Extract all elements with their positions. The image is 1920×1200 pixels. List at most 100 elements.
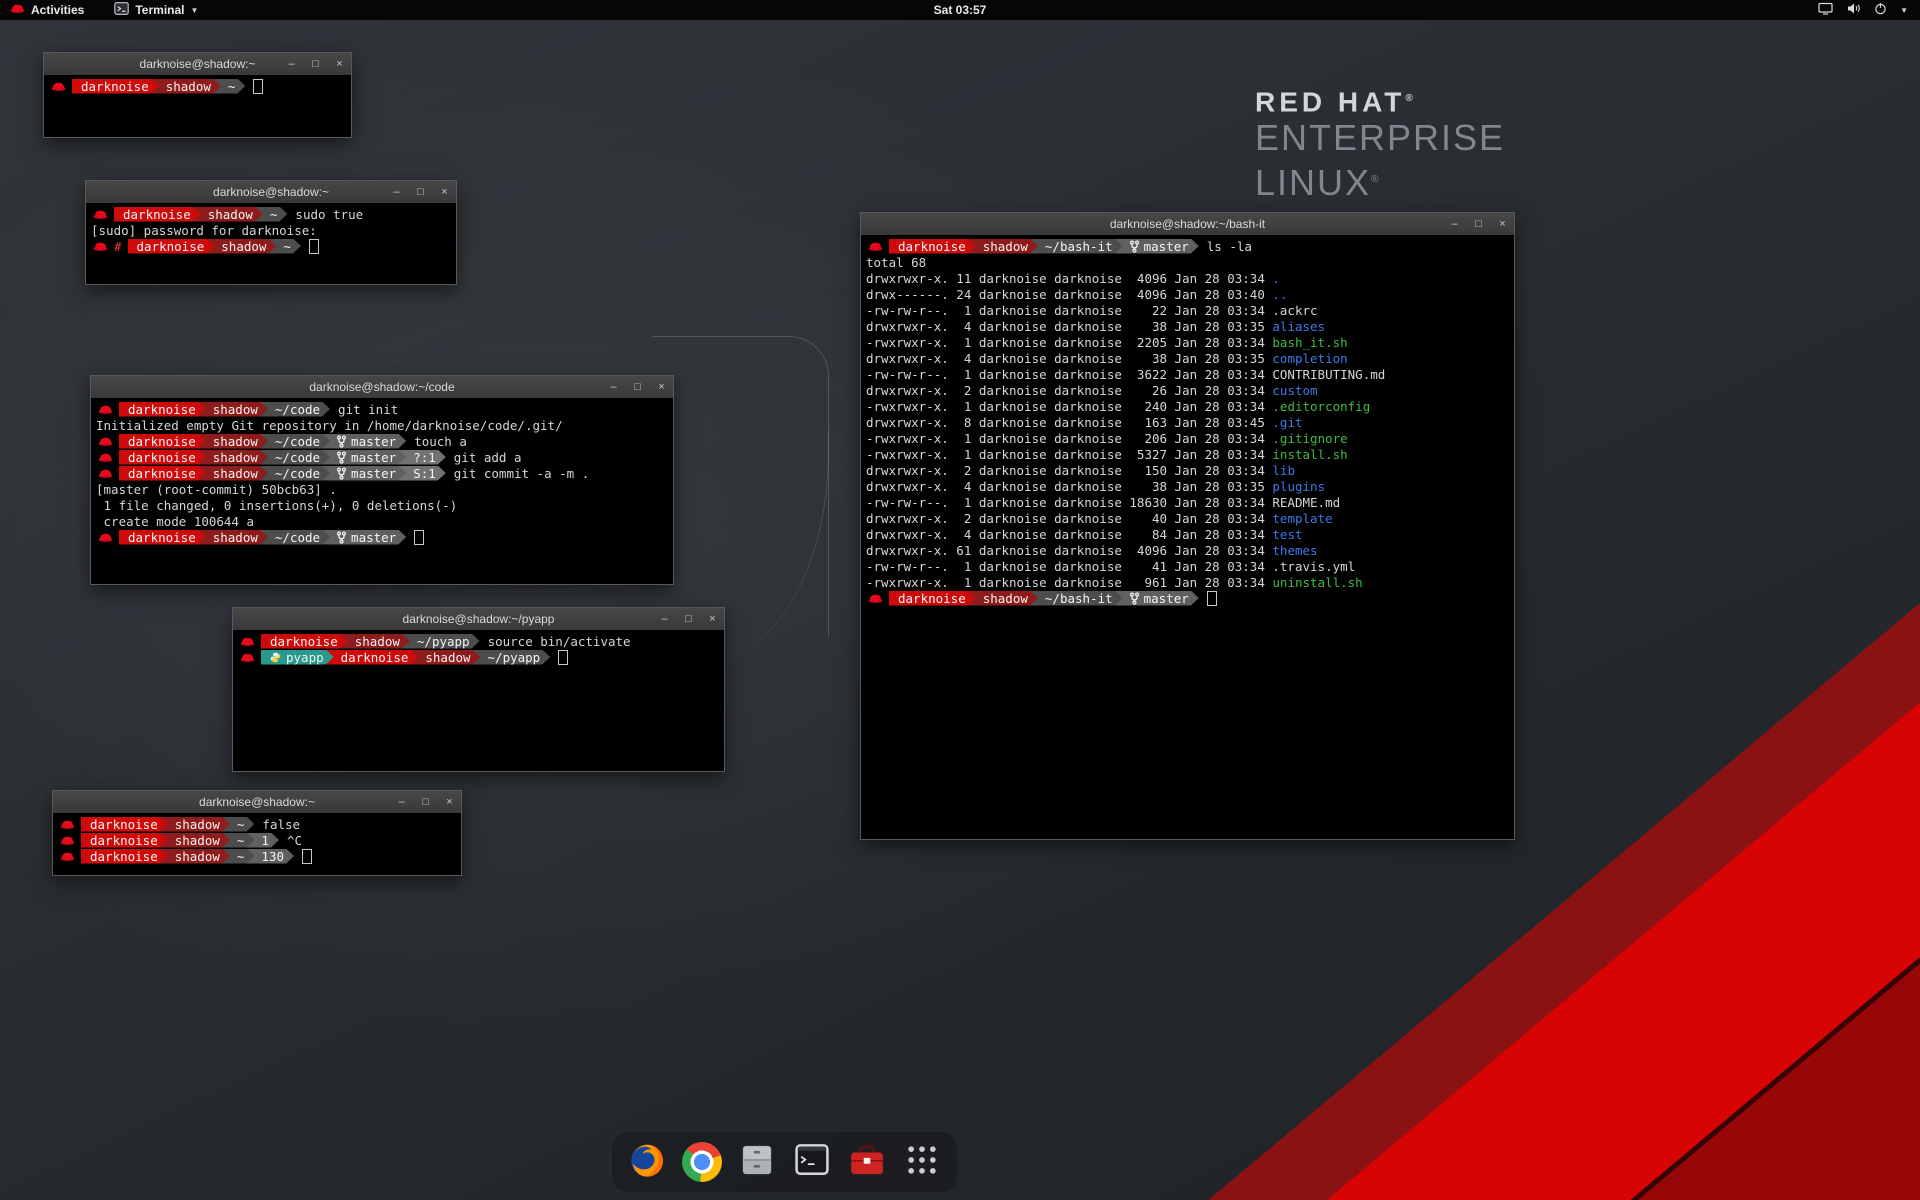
terminal-line: drwxrwxr-x. 2 darknoise darknoise 150 Ja… — [866, 462, 1509, 478]
terminal-content[interactable]: darknoiseshadow~/pyappsource bin/activat… — [233, 630, 724, 771]
terminal-line: drwxrwxr-x. 2 darknoise darknoise 26 Jan… — [866, 382, 1509, 398]
app-menu-terminal[interactable]: Terminal ▼ — [104, 0, 208, 20]
wallpaper-stripe-corner — [1117, 818, 1920, 1200]
maximize-button[interactable]: □ — [309, 58, 322, 71]
terminal-text: bash_it.sh — [1272, 335, 1347, 350]
minimize-button[interactable]: – — [658, 613, 671, 626]
maximize-button[interactable]: □ — [1472, 218, 1485, 231]
terminal-text: sudo true — [295, 207, 363, 222]
titlebar[interactable]: darknoise@shadow:~ – □ × — [53, 791, 461, 814]
prompt-segment-host: shadow — [160, 817, 230, 832]
minimize-button[interactable]: – — [390, 186, 403, 199]
terminal-line: 1 file changed, 0 insertions(+), 0 delet… — [96, 497, 668, 513]
segment-label: shadow — [355, 634, 400, 649]
segment-label: shadow — [175, 833, 220, 848]
close-button[interactable]: × — [706, 613, 719, 626]
prompt-segment-host: shadow — [151, 79, 221, 94]
maximize-button[interactable]: □ — [414, 186, 427, 199]
segment-label: ~/code — [275, 450, 320, 465]
terminal-line: -rwxrwxr-x. 1 darknoise darknoise 206 Ja… — [866, 430, 1509, 446]
close-button[interactable]: × — [1496, 218, 1509, 231]
dock-item-firefox[interactable] — [626, 1141, 668, 1183]
segment-label: 130 — [261, 849, 284, 864]
maximize-button[interactable]: □ — [682, 613, 695, 626]
prompt-segment-host: shadow — [160, 849, 230, 864]
terminal-content[interactable]: darknoiseshadow~/bash-itmasterls -latota… — [861, 235, 1514, 839]
terminal-text: git init — [338, 402, 398, 417]
segment-label: ~ — [283, 239, 291, 254]
terminal-line: darknoiseshadow~/codemastertouch a — [96, 433, 668, 449]
terminal-content[interactable]: darknoiseshadow~/codegit initInitialized… — [91, 398, 673, 584]
prompt-segment-user: darknoise — [119, 466, 206, 481]
redhat-icon — [868, 240, 883, 253]
prompt-segment-user: darknoise — [81, 849, 168, 864]
terminal-text: [sudo] password for darknoise: — [91, 223, 317, 238]
prompt-segment-user: darknoise — [119, 402, 206, 417]
titlebar[interactable]: darknoise@shadow:~ – □ × — [44, 53, 351, 76]
terminal-icon — [114, 2, 129, 18]
minimize-button[interactable]: – — [395, 796, 408, 809]
terminal-line: pyappdarknoiseshadow~/pyapp — [238, 649, 719, 665]
clock[interactable]: Sat 03:57 — [934, 3, 987, 17]
segment-label: 1 — [261, 833, 269, 848]
terminal-text: -rwxrwxr-x. 1 darknoise darknoise 206 Ja… — [866, 431, 1272, 446]
titlebar[interactable]: darknoise@shadow:~/bash-it – □ × — [861, 213, 1514, 236]
minimize-button[interactable]: – — [1448, 218, 1461, 231]
window-title: darknoise@shadow:~/bash-it — [861, 213, 1514, 235]
titlebar[interactable]: darknoise@shadow:~/pyapp – □ × — [233, 608, 724, 631]
maximize-button[interactable]: □ — [631, 381, 644, 394]
dock-item-show-applications[interactable] — [901, 1141, 943, 1183]
terminal-content[interactable]: darknoise shadow ~ sudo true[sudo] password… — [86, 203, 456, 284]
prompt-segment-path: ~/code — [260, 466, 330, 481]
brand-redhat: RED HAT® — [1255, 84, 1505, 117]
terminal-window-pyapp: darknoise@shadow:~/pyapp – □ × darknoise… — [232, 607, 725, 772]
dock-item-files[interactable] — [736, 1141, 778, 1183]
segment-label: shadow — [208, 207, 253, 222]
segment-label: shadow — [213, 530, 258, 545]
redhat-icon — [98, 403, 113, 416]
terminal-text: -rw-rw-r--. 1 darknoise darknoise 22 Jan… — [866, 303, 1318, 318]
titlebar[interactable]: darknoise@shadow:~ – □ × — [86, 181, 456, 204]
prompt-segment-git: master — [322, 466, 406, 481]
top-panel: Activities Terminal ▼ Sat 03:57 ▼ — [0, 0, 1920, 20]
segment-label: S:1 — [413, 466, 436, 481]
prompt-segment-path: ~/bash-it — [1030, 591, 1123, 606]
dock-item-terminal[interactable] — [791, 1141, 833, 1183]
segment-label: darknoise — [90, 849, 158, 864]
system-status-area[interactable]: ▼ — [1818, 0, 1920, 20]
terminal-line: -rwxrwxr-x. 1 darknoise darknoise 240 Ja… — [866, 398, 1509, 414]
terminal-line: -rw-rw-r--. 1 darknoise darknoise 18630 … — [866, 494, 1509, 510]
terminal-cursor — [414, 530, 424, 545]
terminal-text: plugins — [1272, 479, 1325, 494]
terminal-window-sudo: darknoise@shadow:~ – □ × darknoise shadow… — [85, 180, 457, 285]
close-button[interactable]: × — [333, 58, 346, 71]
segment-label: ~ — [270, 207, 278, 222]
close-button[interactable]: × — [443, 796, 456, 809]
terminal-content[interactable]: darknoiseshadow~ — [44, 75, 351, 137]
segment-label: ~ — [237, 817, 245, 832]
terminal-text: .. — [1272, 287, 1287, 302]
activities-button[interactable]: Activities — [0, 0, 94, 20]
segment-label: shadow — [983, 591, 1028, 606]
minimize-button[interactable]: – — [285, 58, 298, 71]
minimize-button[interactable]: – — [607, 381, 620, 394]
maximize-button[interactable]: □ — [419, 796, 432, 809]
terminal-text: drwxrwxr-x. 2 darknoise darknoise 150 Ja… — [866, 463, 1272, 478]
close-button[interactable]: × — [438, 186, 451, 199]
redhat-icon — [51, 80, 66, 93]
redhat-icon — [60, 834, 75, 847]
dock-item-chrome[interactable] — [681, 1141, 723, 1183]
segment-label: master — [351, 434, 396, 449]
dock-item-toolbox[interactable] — [846, 1141, 888, 1183]
redhat-icon — [868, 592, 883, 605]
titlebar[interactable]: darknoise@shadow:~/code – □ × — [91, 376, 673, 399]
prompt-segment-user: darknoise — [326, 650, 419, 665]
close-button[interactable]: × — [655, 381, 668, 394]
segment-label: shadow — [175, 817, 220, 832]
terminal-text: lib — [1272, 463, 1295, 478]
prompt-segment-user: darknoise — [114, 207, 201, 222]
segment-label: darknoise — [898, 239, 966, 254]
terminal-content[interactable]: darknoiseshadow~falsedarknoiseshadow~1^C… — [53, 813, 461, 875]
prompt-segment-path: ~/bash-it — [1030, 239, 1123, 254]
segment-label: shadow — [166, 79, 211, 94]
